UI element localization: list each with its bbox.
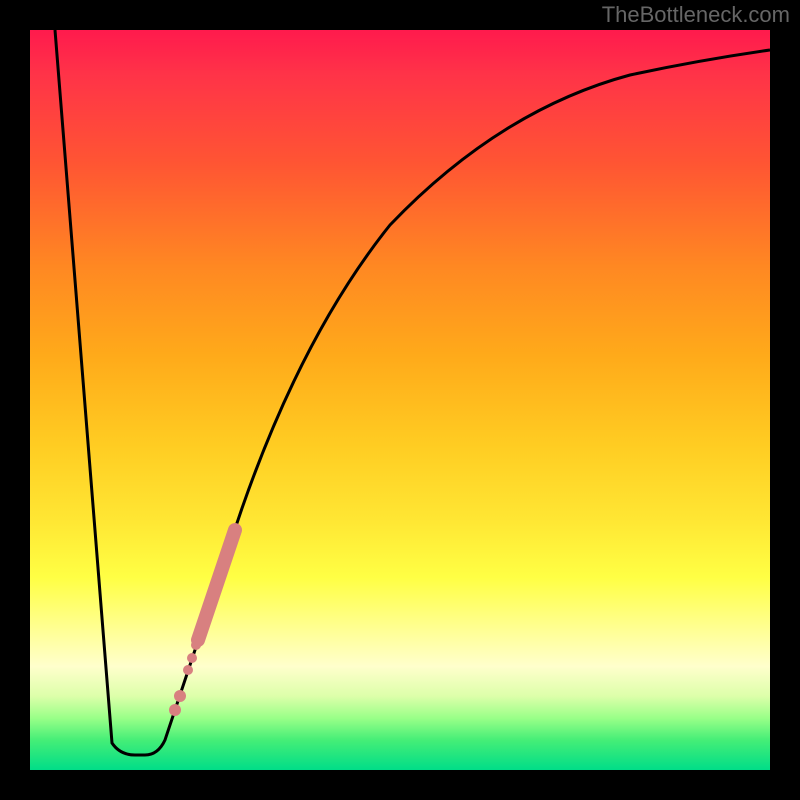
bottleneck-plot: [30, 30, 770, 770]
data-point-marker: [169, 704, 181, 716]
data-point-marker: [174, 690, 186, 702]
data-point-marker: [191, 640, 201, 650]
data-point-marker: [187, 653, 197, 663]
watermark-text: TheBottleneck.com: [602, 2, 790, 28]
chart-container: TheBottleneck.com: [0, 0, 800, 800]
plot-area: [30, 30, 770, 770]
bottleneck-curve-path: [55, 30, 770, 755]
data-point-marker: [183, 665, 193, 675]
highlight-segment: [198, 530, 235, 640]
